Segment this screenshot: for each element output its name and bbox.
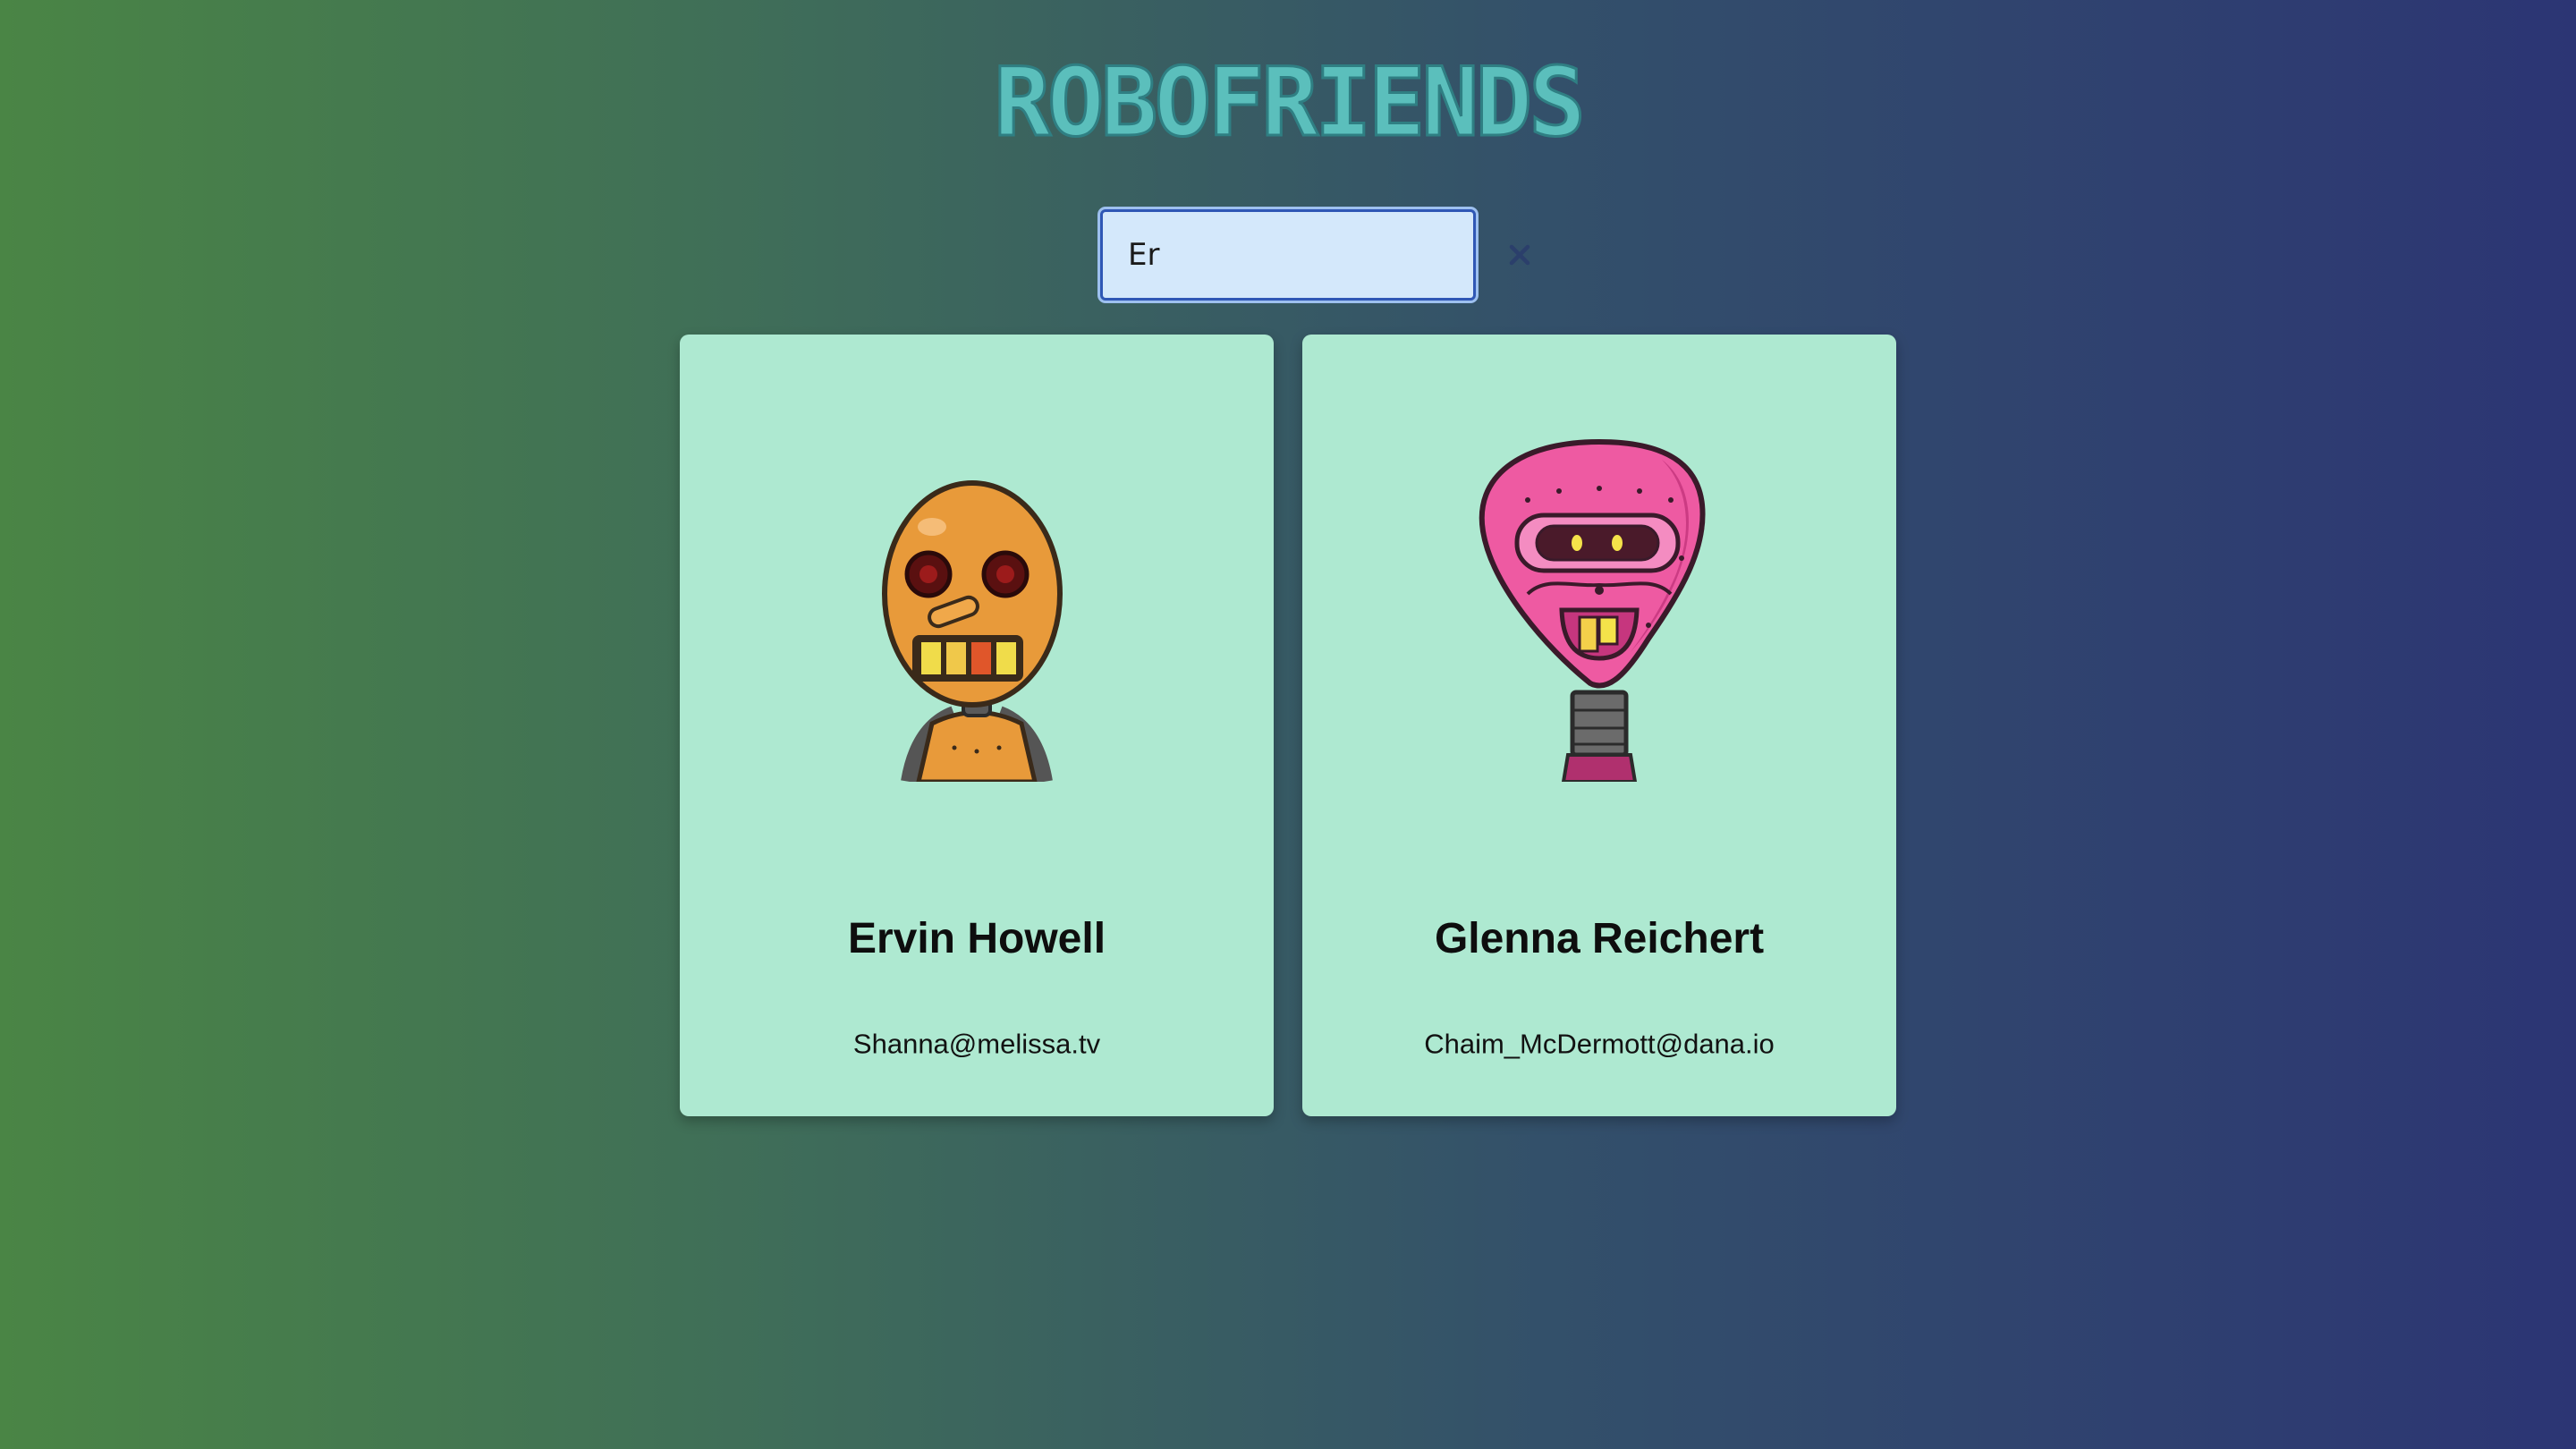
close-icon[interactable] (1507, 228, 1532, 282)
search-input[interactable] (1103, 212, 1507, 298)
search-box (1097, 207, 1530, 303)
robot-card[interactable]: Ervin Howell Shanna@melissa.tv (680, 335, 1274, 1116)
robot-avatar-image (798, 424, 1156, 784)
card-list: Ervin Howell Shanna@melissa.tv Glenna Re… (680, 335, 1896, 1118)
app-title-text: ROBOFRIENDS (993, 47, 1588, 157)
app-title: ROBOFRIENDS (948, 49, 1628, 157)
robot-email: Chaim_McDermott@dana.io (1424, 1028, 1775, 1060)
robot-name: Glenna Reichert (1434, 915, 1765, 962)
robot-name: Ervin Howell (847, 915, 1106, 962)
robot-email: Shanna@melissa.tv (852, 1028, 1101, 1060)
robot-avatar-image (1420, 424, 1778, 784)
robot-card[interactable]: Glenna Reichert Chaim_McDermott@dana.io (1302, 335, 1896, 1116)
app-root: ROBOFRIENDS Er Ervin Howell Shanna@melis… (0, 0, 2576, 1449)
